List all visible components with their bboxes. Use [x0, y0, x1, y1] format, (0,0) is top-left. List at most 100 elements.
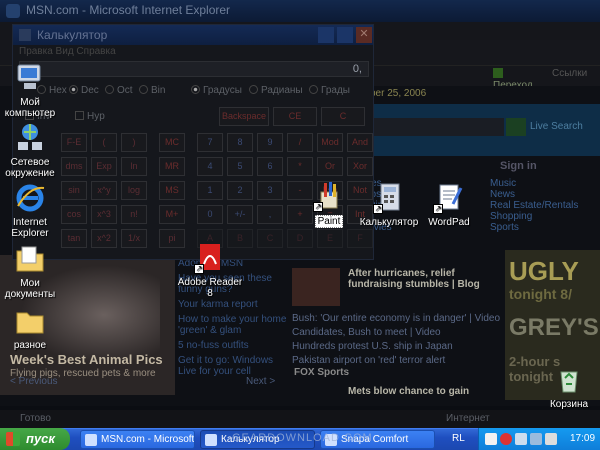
desktop-icon-ie[interactable]: Internet Explorer — [0, 182, 65, 239]
previous-link[interactable]: < Previous — [10, 376, 58, 387]
calc-key[interactable]: x^y — [91, 181, 117, 200]
news-item[interactable]: Candidates, Bush to meet | Video — [292, 326, 502, 340]
radio-dot-icon — [69, 85, 78, 94]
desktop-icon-adobe-reader[interactable]: ↗ Adobe Reader 8 — [175, 242, 245, 299]
category-link[interactable]: Sports — [490, 222, 578, 233]
ce-button[interactable]: CE — [273, 107, 317, 126]
category-link[interactable]: Music — [490, 178, 578, 189]
desktop-icon-network[interactable]: Сетевое окружение — [0, 122, 65, 179]
calculator-menu[interactable]: Правка Вид Справка — [19, 46, 116, 57]
calc-key-hex[interactable]: D — [287, 229, 313, 248]
radio-label: Oct — [117, 85, 133, 96]
desktop-icon-my-documents[interactable]: Мои документы — [0, 243, 65, 300]
calc-key[interactable]: 0 — [197, 205, 223, 224]
calc-key-memory[interactable]: M+ — [159, 205, 185, 224]
radio-radians[interactable]: Радианы — [249, 85, 303, 96]
calc-key[interactable]: ) — [121, 133, 147, 152]
clock[interactable]: 17:09 — [570, 433, 595, 444]
calc-key[interactable]: 6 — [257, 157, 283, 176]
msn-link[interactable]: 5 no-fuss outfits — [178, 340, 288, 351]
calc-key[interactable]: 8 — [227, 133, 253, 152]
recycle-bin-icon — [553, 364, 585, 396]
calc-key[interactable]: And — [347, 133, 373, 152]
msn-link[interactable]: How to make your home 'green' & glam — [178, 314, 288, 336]
maximize-button[interactable] — [337, 27, 353, 43]
desktop-icon-recycle-bin[interactable]: Корзина — [534, 364, 600, 410]
tray-volume-icon[interactable] — [545, 433, 557, 445]
news-item[interactable]: Pakistan airport on 'red' terror alert — [292, 354, 502, 368]
news-item[interactable]: Bush: 'Our entire economy is in danger' … — [292, 312, 502, 326]
radio-bin[interactable]: Bin — [139, 85, 165, 96]
taskbar-button-ie[interactable]: MSN.com - Microsoft ... — [80, 430, 195, 449]
calc-key[interactable]: 4 — [197, 157, 223, 176]
msn-link[interactable]: Your karma report — [178, 299, 288, 310]
tray-antivirus-icon[interactable] — [500, 433, 512, 445]
msn-search-input[interactable] — [366, 118, 504, 136]
c-button[interactable]: C — [321, 107, 365, 126]
calculator-titlebar[interactable]: Калькулятор ✕ — [13, 25, 373, 45]
calc-key[interactable]: / — [287, 133, 313, 152]
calc-key[interactable]: ln — [121, 157, 147, 176]
go-button[interactable]: Переход — [493, 68, 543, 91]
calc-key[interactable]: 3 — [257, 181, 283, 200]
calc-key[interactable]: Xor — [347, 157, 373, 176]
desktop-icon-folder[interactable]: разное — [0, 305, 65, 351]
radio-oct[interactable]: Oct — [105, 85, 133, 96]
feature-caption[interactable]: Week's Best Animal Pics — [10, 352, 163, 367]
calc-key[interactable]: 7 — [197, 133, 223, 152]
start-button[interactable]: пуск — [0, 428, 70, 450]
category-link[interactable]: Shopping — [490, 211, 578, 222]
calc-key[interactable]: x^3 — [91, 205, 117, 224]
calc-key[interactable]: 5 — [227, 157, 253, 176]
desktop-icon-label: WordPad — [428, 217, 470, 228]
msn-search-button[interactable] — [506, 118, 526, 136]
calc-key[interactable]: 2 — [227, 181, 253, 200]
shortcut-arrow-icon: ↗ — [433, 204, 443, 214]
category-link[interactable]: News — [490, 189, 578, 200]
calc-key-memory[interactable]: MR — [159, 157, 185, 176]
radio-dec[interactable]: Dec — [69, 85, 99, 96]
calc-key-memory[interactable]: MC — [159, 133, 185, 152]
minimize-button[interactable] — [318, 27, 334, 43]
ie-titlebar[interactable]: MSN.com - Microsoft Internet Explorer — [0, 0, 600, 22]
tray-icon[interactable] — [515, 433, 527, 445]
calc-key[interactable]: n! — [121, 205, 147, 224]
desktop-icon-wordpad[interactable]: ↗ WordPad — [414, 182, 484, 228]
calc-key[interactable]: x^2 — [91, 229, 117, 248]
tray-icon[interactable] — [485, 433, 497, 445]
live-search-link[interactable]: Live Search — [530, 121, 583, 132]
radio-degrees[interactable]: Градусы — [191, 85, 242, 96]
calc-key[interactable]: 1/x — [121, 229, 147, 248]
calc-key-hex[interactable]: C — [257, 229, 283, 248]
calc-key[interactable]: log — [121, 181, 147, 200]
calc-key-hex[interactable]: F — [347, 229, 373, 248]
calc-key[interactable]: 9 — [257, 133, 283, 152]
msn-link[interactable]: Get it to go: Windows Live for your cell — [178, 355, 288, 377]
calc-key[interactable]: +/- — [227, 205, 253, 224]
calc-key[interactable]: * — [287, 157, 313, 176]
calc-key[interactable]: Or — [317, 157, 343, 176]
tray-network-icon[interactable] — [530, 433, 542, 445]
news-list: Bush: 'Our entire economy is in danger' … — [292, 312, 502, 368]
radio-grads[interactable]: Грады — [309, 85, 350, 96]
links-button[interactable]: Ссылки — [552, 68, 592, 79]
calc-key-memory[interactable]: MS — [159, 181, 185, 200]
calc-key[interactable]: , — [257, 205, 283, 224]
language-indicator[interactable]: RL — [452, 433, 465, 444]
calc-key[interactable]: 1 — [197, 181, 223, 200]
my-computer-icon — [14, 62, 46, 94]
news-headline[interactable]: After hurricanes, relief fundraising stu… — [348, 268, 508, 290]
news-item[interactable]: Hundreds protest U.S. ship in Japan — [292, 340, 502, 354]
calc-key-hex[interactable]: E — [317, 229, 343, 248]
hyp-checkbox[interactable]: Hyp — [75, 111, 105, 122]
calc-key[interactable]: Mod — [317, 133, 343, 152]
close-button[interactable]: ✕ — [356, 27, 372, 43]
desktop-icon-my-computer[interactable]: Мой компьютер — [0, 62, 65, 119]
sign-in-link[interactable]: Sign in — [500, 160, 537, 172]
fox-headline[interactable]: Mets blow chance to gain — [348, 386, 469, 397]
backspace-button[interactable]: Backspace — [219, 107, 269, 126]
category-link[interactable]: Real Estate/Rentals — [490, 200, 578, 211]
calc-key[interactable]: ( — [91, 133, 117, 152]
msn-date: ber 25, 2006 — [370, 88, 427, 99]
calc-key[interactable]: Exp — [91, 157, 117, 176]
